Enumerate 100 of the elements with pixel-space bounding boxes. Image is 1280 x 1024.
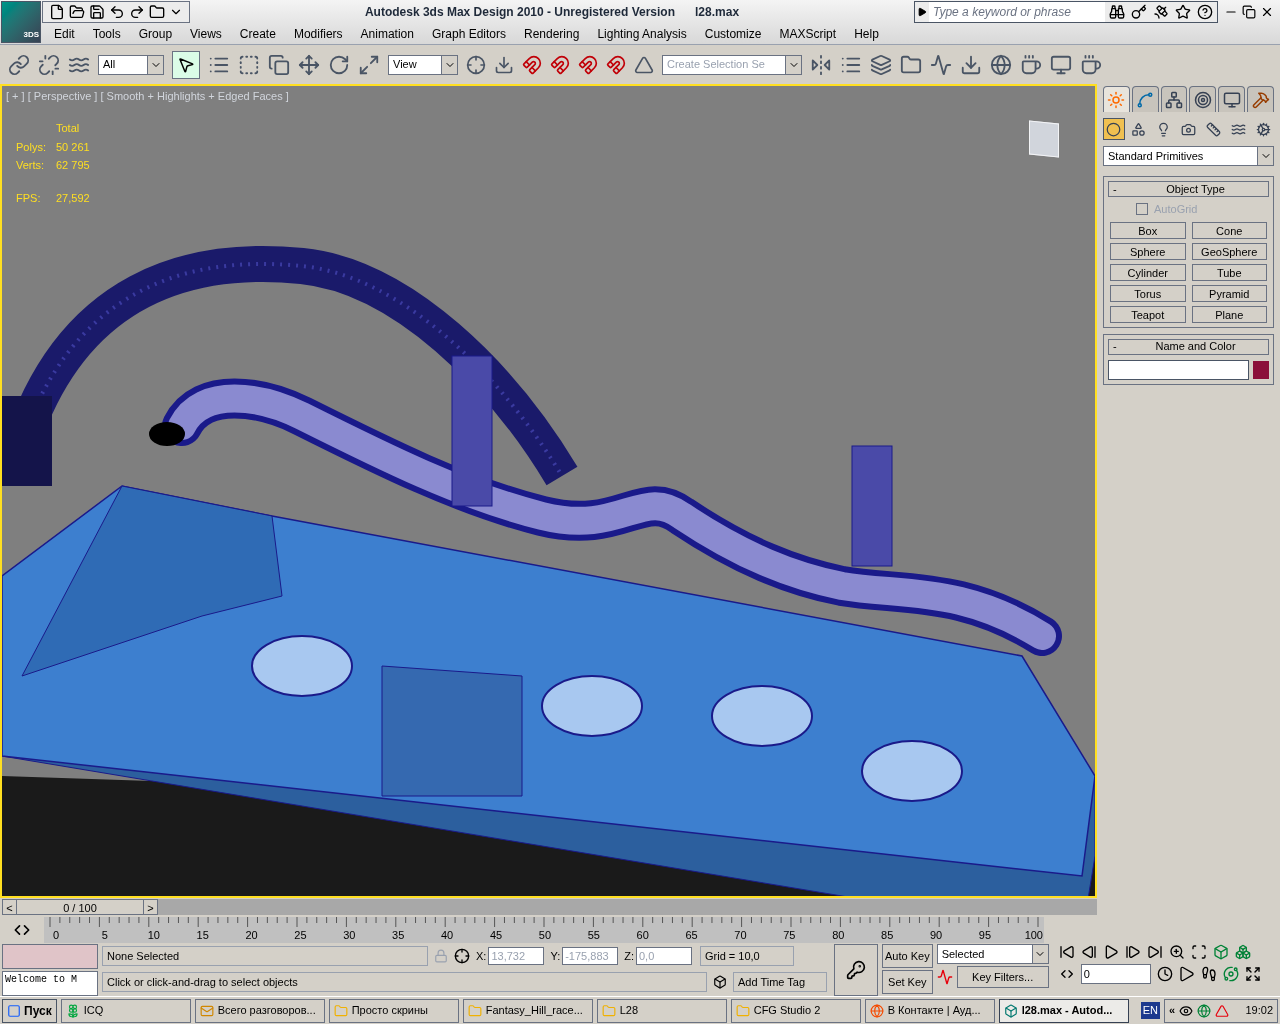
set-key-mode-button[interactable]: [834, 944, 878, 996]
taskbar-button[interactable]: Всего разговоров...: [194, 998, 325, 1023]
menu-item[interactable]: MAXScript: [771, 25, 845, 43]
transform-mode-icon[interactable]: [454, 948, 470, 964]
key-filters-button[interactable]: Key Filters...: [956, 966, 1049, 988]
object-type-button[interactable]: Cylinder: [1110, 263, 1186, 281]
go-to-end-icon[interactable]: [1146, 944, 1163, 960]
add-time-tag-button[interactable]: Add Time Tag: [733, 972, 827, 992]
spinner-snap-icon[interactable]: [606, 54, 626, 75]
cube-icon[interactable]: [713, 975, 727, 989]
command-panel-tab[interactable]: [1247, 86, 1274, 112]
project-folder-icon[interactable]: [149, 4, 165, 20]
taskbar-button[interactable]: ICQ: [60, 998, 191, 1023]
previous-frame-icon[interactable]: [1080, 944, 1097, 960]
menu-item[interactable]: Group: [130, 25, 181, 43]
curve-editor-icon[interactable]: [930, 53, 952, 76]
taskbar-button[interactable]: l28.max - Autod...: [998, 998, 1129, 1023]
layers-icon[interactable]: [870, 53, 892, 76]
footprints-icon[interactable]: [1200, 966, 1217, 982]
unlink-icon[interactable]: [38, 53, 60, 76]
category-button[interactable]: [1103, 118, 1125, 140]
taskbar-button[interactable]: CFG Studio 2: [730, 998, 861, 1023]
orbit-icon[interactable]: [1222, 966, 1239, 982]
curve-icon[interactable]: [936, 969, 953, 985]
track-bar[interactable]: 0 5 10 15 20 25 30 35 40 45 50 55 60 65 70 75 80 85 90 95 100: [44, 917, 1044, 943]
show-hidden-icons[interactable]: «: [1168, 1002, 1176, 1019]
link-icon[interactable]: [8, 53, 30, 76]
time-slider-track[interactable]: < 0 / 100 >: [2, 899, 1097, 915]
object-type-button[interactable]: Teapot: [1110, 305, 1186, 323]
menu-item[interactable]: Create: [231, 25, 284, 43]
command-panel-tab[interactable]: [1189, 86, 1217, 112]
reference-coordinate-dropdown[interactable]: View: [388, 54, 458, 75]
collapse-sign[interactable]: -: [1113, 338, 1127, 355]
menu-item[interactable]: Rendering: [516, 25, 588, 43]
angle-snap-icon[interactable]: [550, 54, 570, 75]
taskbar-button[interactable]: Просто скрины: [328, 998, 459, 1023]
go-to-start-icon[interactable]: [1058, 944, 1075, 960]
set-key-button[interactable]: Set Key: [882, 970, 933, 994]
auto-key-button[interactable]: Auto Key: [882, 944, 933, 968]
maximize-viewport-icon[interactable]: [1244, 966, 1261, 982]
save-icon[interactable]: [89, 4, 105, 20]
start-button[interactable]: Пуск: [2, 998, 57, 1023]
menu-item[interactable]: Tools: [84, 25, 129, 43]
object-name-field[interactable]: [1108, 359, 1249, 380]
select-object-button[interactable]: [172, 50, 200, 79]
menu-item[interactable]: Customize: [696, 25, 770, 43]
taskbar-button[interactable]: В Контакте | Ауд...: [864, 998, 995, 1023]
application-button[interactable]: 3DS: [1, 1, 41, 43]
object-type-button[interactable]: Tube: [1191, 263, 1267, 281]
menu-item[interactable]: Help: [846, 25, 887, 43]
command-panel-tab[interactable]: [1103, 86, 1130, 112]
undo-icon[interactable]: [109, 4, 125, 20]
new-file-icon[interactable]: [49, 4, 65, 20]
viewcube[interactable]: [1029, 120, 1059, 158]
menu-item[interactable]: Views: [182, 25, 230, 43]
time-configuration-icon[interactable]: [1156, 966, 1173, 982]
zoom-icon[interactable]: [1168, 944, 1185, 960]
close-icon[interactable]: [1260, 5, 1274, 19]
maxscript-listener-input[interactable]: [2, 944, 98, 969]
primitive-type-dropdown[interactable]: Standard Primitives: [1103, 146, 1274, 166]
menu-item[interactable]: Animation: [352, 25, 422, 43]
object-type-button[interactable]: Plane: [1191, 305, 1267, 323]
taskbar-button[interactable]: Fantasy_Hill_race...: [462, 998, 593, 1023]
command-panel-tab[interactable]: [1160, 86, 1188, 112]
next-frame-icon[interactable]: [1124, 944, 1141, 960]
key-mode-dropdown[interactable]: Selected: [936, 944, 1049, 964]
snap-icon[interactable]: [522, 54, 542, 75]
redo-icon[interactable]: [129, 4, 145, 20]
move-icon[interactable]: [298, 53, 320, 76]
command-panel-tab[interactable]: [1131, 86, 1159, 112]
object-type-button[interactable]: Sphere: [1110, 242, 1186, 260]
menu-item[interactable]: Graph Editors: [423, 25, 514, 43]
object-type-button[interactable]: Torus: [1110, 284, 1186, 302]
object-type-button[interactable]: GeoSphere: [1191, 242, 1267, 260]
restore-icon[interactable]: [1242, 5, 1256, 19]
command-panel-tab[interactable]: [1218, 86, 1246, 112]
mirror-icon[interactable]: [810, 53, 832, 76]
collapse-sign[interactable]: -: [1113, 180, 1127, 198]
time-slider-thumb[interactable]: < 0 / 100 >: [2, 899, 158, 915]
object-type-button[interactable]: Pyramid: [1191, 284, 1267, 302]
open-folder-icon[interactable]: [69, 4, 85, 20]
current-frame-field[interactable]: 0: [1080, 964, 1151, 984]
percent-snap-icon[interactable]: [578, 54, 598, 75]
rollout-header[interactable]: - Name and Color: [1108, 338, 1269, 355]
rotate-icon[interactable]: [328, 53, 350, 76]
named-selection-dropdown[interactable]: Create Selection Se: [662, 54, 802, 75]
tray-app-icon[interactable]: [1179, 1003, 1194, 1018]
scale-icon[interactable]: [358, 53, 380, 76]
maxscript-listener-output[interactable]: Welcome to M: [2, 971, 98, 996]
menu-item[interactable]: Lighting Analysis: [589, 25, 695, 43]
rollout-header[interactable]: - Object Type: [1108, 181, 1269, 197]
selection-region-icon[interactable]: [238, 53, 260, 76]
object-type-button[interactable]: Box: [1110, 221, 1186, 239]
menu-item[interactable]: Modifiers: [285, 25, 351, 43]
language-indicator[interactable]: EN: [1140, 1002, 1160, 1019]
object-type-button[interactable]: Cone: [1191, 221, 1267, 239]
menu-item[interactable]: Edit: [46, 25, 83, 43]
object-color-swatch[interactable]: [1253, 360, 1269, 379]
taskbar-button[interactable]: L28: [596, 998, 727, 1023]
selection-filter-dropdown[interactable]: All: [98, 54, 164, 75]
